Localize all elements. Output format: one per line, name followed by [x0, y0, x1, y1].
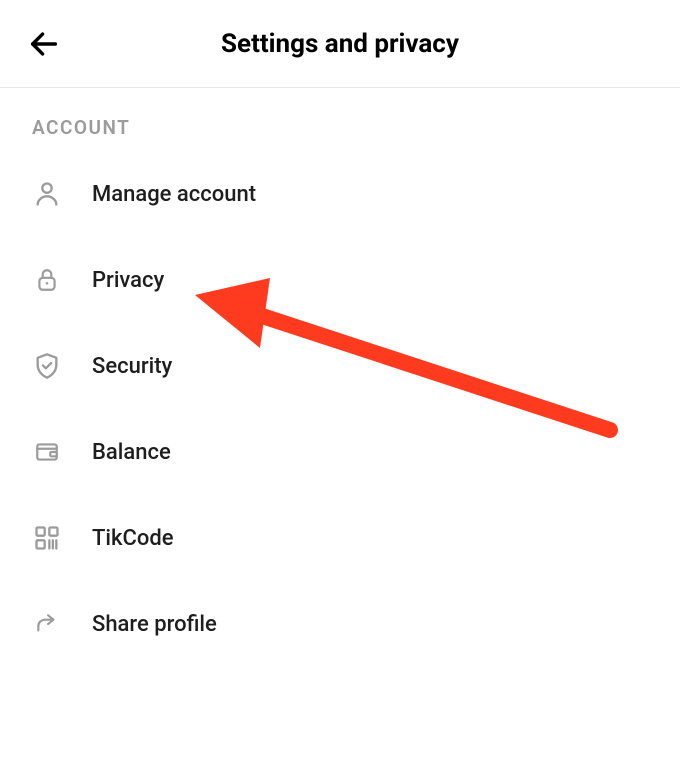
arrow-left-icon — [27, 27, 61, 61]
header: Settings and privacy — [0, 0, 680, 88]
list-item-label: TikCode — [92, 526, 174, 551]
list-item-tikcode[interactable]: TikCode — [0, 495, 680, 581]
back-button[interactable] — [24, 24, 64, 64]
list-item-share-profile[interactable]: Share profile — [0, 581, 680, 667]
list-item-balance[interactable]: Balance — [0, 409, 680, 495]
wallet-icon — [32, 437, 62, 467]
settings-list: Manage account Privacy Security — [0, 151, 680, 667]
list-item-privacy[interactable]: Privacy — [0, 237, 680, 323]
list-item-label: Privacy — [92, 268, 164, 293]
shield-icon — [32, 351, 62, 381]
section-heading-account: ACCOUNT — [0, 88, 680, 151]
list-item-label: Security — [92, 354, 172, 379]
list-item-label: Balance — [92, 440, 171, 465]
list-item-label: Share profile — [92, 612, 217, 637]
lock-icon — [32, 265, 62, 295]
page-title: Settings and privacy — [0, 29, 680, 59]
share-icon — [32, 609, 62, 639]
person-icon — [32, 179, 62, 209]
tikcode-icon — [32, 523, 62, 553]
list-item-label: Manage account — [92, 182, 256, 207]
list-item-security[interactable]: Security — [0, 323, 680, 409]
list-item-manage-account[interactable]: Manage account — [0, 151, 680, 237]
